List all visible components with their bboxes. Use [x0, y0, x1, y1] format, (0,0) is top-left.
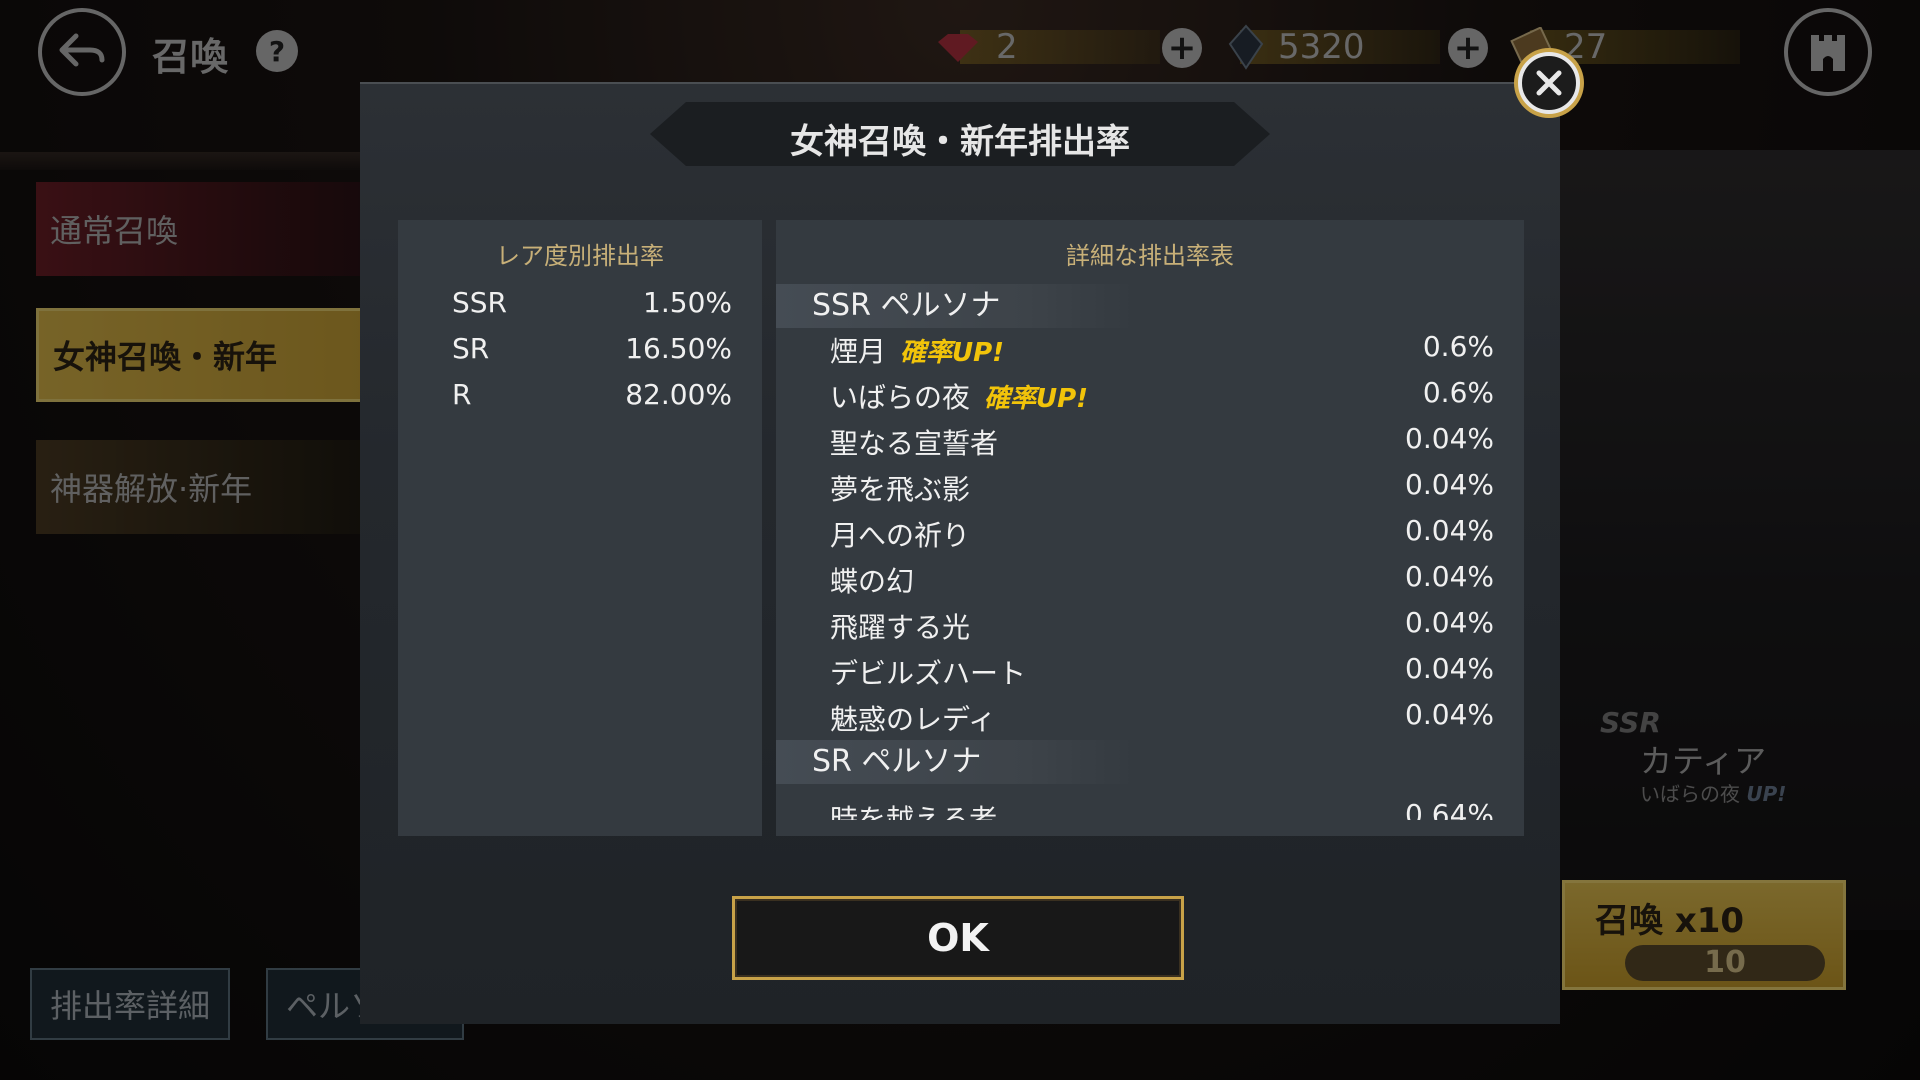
persona-rate: 0.04% [1405, 514, 1494, 547]
rate-up-badge: 確率UP! [900, 338, 1005, 368]
rarity-value: 1.50% [643, 286, 732, 319]
persona-rate: 0.64% [1405, 798, 1494, 820]
list-item: 飛躍する光 0.04% [830, 606, 1494, 646]
rarity-rate-heading: レア度別排出率 [496, 242, 664, 270]
list-item: いばらの夜 確率UP! 0.6% [830, 376, 1494, 416]
list-item: デビルズハート 0.04% [830, 652, 1494, 692]
detail-rate-panel[interactable]: 詳細な排出率表 SSR ペルソナ 煙月 確率UP! 0.6% いばらの夜 確率UP!… [776, 220, 1524, 836]
group-header-sr: SR ペルソナ [776, 740, 1136, 784]
rarity-row: SR 16.50% [452, 332, 732, 372]
persona-rate: 0.6% [1422, 330, 1494, 363]
persona-rate: 0.04% [1405, 698, 1494, 731]
modal-title: 女神召喚・新年排出率 [790, 122, 1130, 162]
drop-rate-modal: 女神召喚・新年排出率 レア度別排出率 SSR 1.50% SR 16.50% R… [360, 82, 1560, 1024]
persona-name-text: 煙月 [830, 335, 887, 368]
close-icon [1536, 70, 1562, 96]
list-item: 時を越える者 0.64% [830, 798, 1494, 820]
list-item: 蝶の幻 0.04% [830, 560, 1494, 600]
close-button[interactable] [1518, 52, 1580, 114]
rarity-name: SR [452, 332, 490, 365]
list-item: 煙月 確率UP! 0.6% [830, 330, 1494, 370]
rarity-name: SSR [452, 286, 508, 319]
rarity-row: R 82.00% [452, 378, 732, 418]
list-item: 夢を飛ぶ影 0.04% [830, 468, 1494, 508]
persona-name: 月への祈り [830, 519, 971, 552]
ok-button[interactable]: OK [732, 896, 1184, 980]
detail-rate-heading: 詳細な排出率表 [1066, 242, 1234, 270]
list-item: 月への祈り 0.04% [830, 514, 1494, 554]
rate-up-badge: 確率UP! [984, 384, 1089, 414]
modal-title-banner: 女神召喚・新年排出率 [650, 102, 1270, 166]
rarity-value: 16.50% [625, 332, 732, 365]
persona-rate: 0.04% [1405, 606, 1494, 639]
persona-rate: 0.04% [1405, 560, 1494, 593]
persona-name: 煙月 確率UP! [830, 330, 1004, 370]
persona-rate: 0.04% [1405, 652, 1494, 685]
list-item: 魅惑のレディ 0.04% [830, 698, 1494, 738]
persona-name: 飛躍する光 [830, 611, 971, 644]
persona-rate: 0.04% [1405, 468, 1494, 501]
rarity-value: 82.00% [625, 378, 732, 411]
persona-name-text: いばらの夜 [830, 381, 971, 414]
rarity-row: SSR 1.50% [452, 286, 732, 326]
group-header-ssr: SSR ペルソナ [776, 284, 1136, 328]
persona-name: 蝶の幻 [830, 565, 915, 598]
persona-name: 時を越える者 [830, 803, 998, 820]
persona-rate: 0.04% [1405, 422, 1494, 455]
persona-name: いばらの夜 確率UP! [830, 376, 1088, 416]
rarity-name: R [452, 378, 472, 411]
persona-name: デビルズハート [830, 657, 1027, 690]
persona-name: 魅惑のレディ [830, 703, 997, 736]
persona-name: 聖なる宣誓者 [830, 427, 999, 460]
persona-rate: 0.6% [1422, 376, 1494, 409]
persona-name: 夢を飛ぶ影 [830, 473, 971, 506]
list-item: 聖なる宣誓者 0.04% [830, 422, 1494, 462]
rarity-rate-panel: レア度別排出率 SSR 1.50% SR 16.50% R 82.00% [398, 220, 762, 836]
